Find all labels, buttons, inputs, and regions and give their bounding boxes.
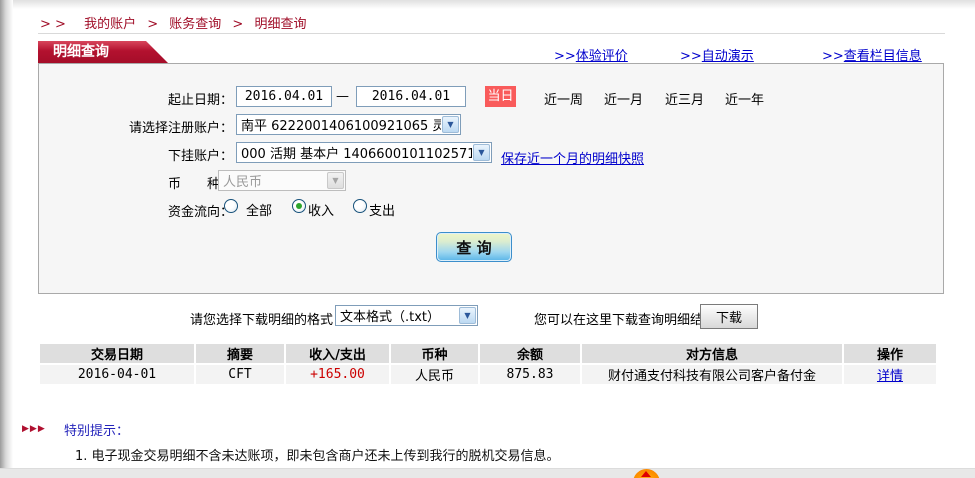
col-header-date: 交易日期 xyxy=(40,344,194,363)
cell-counterparty: 财付通支付科技有限公司客户备付金 xyxy=(582,365,842,384)
notice-title: 特别提示： xyxy=(64,420,129,439)
download-format-label: 请您选择下载明细的格式 xyxy=(190,309,333,328)
flow-radio-all[interactable] xyxy=(224,199,238,213)
register-account-label: 请选择注册账户： xyxy=(39,117,233,136)
register-account-select[interactable]: 南平 6222001406100921065 灵通卡 ▼ xyxy=(236,114,461,135)
detail-link[interactable]: 详情 xyxy=(877,369,903,384)
bottom-strip xyxy=(0,468,975,478)
col-header-currency: 币种 xyxy=(391,344,478,363)
quick-range-week[interactable]: 近一周 xyxy=(544,89,583,108)
sub-account-select[interactable]: 000 活期 基本户 1406600101102571848 ▼ xyxy=(236,142,492,163)
quick-range-quarter[interactable]: 近三月 xyxy=(665,89,704,108)
date-to-input[interactable] xyxy=(356,86,466,107)
breadcrumb-separator: > xyxy=(147,17,158,32)
triple-arrow-icon: ▶▶▶ xyxy=(22,424,46,434)
table-header-row: 交易日期 摘要 收入/支出 币种 余额 对方信息 操作 xyxy=(40,344,936,363)
download-hint-text: 您可以在这里下载查询明细结果 xyxy=(534,309,716,328)
chevron-down-icon: ▼ xyxy=(327,172,344,189)
table-row: 2016-04-01 CFT +165.00 人民币 875.83 财付通支付科… xyxy=(40,365,936,384)
col-header-counterparty: 对方信息 xyxy=(582,344,842,363)
breadcrumb-account-query[interactable]: 账务查询 xyxy=(169,17,221,32)
cell-balance: 875.83 xyxy=(480,365,580,384)
breadcrumb-prefix: > > xyxy=(40,17,66,32)
left-shadow xyxy=(0,0,13,478)
cell-summary: CFT xyxy=(196,365,284,384)
notice-item-1: 1. 电子现金交易明细不含未达账项，即未包含商户还未上传到我行的脱机交易信息。 xyxy=(75,445,560,464)
col-header-amount: 收入/支出 xyxy=(286,344,389,363)
breadcrumb-divider xyxy=(38,33,945,34)
chevron-down-icon: ▼ xyxy=(473,144,490,161)
cell-amount: +165.00 xyxy=(286,365,389,384)
quick-range-month[interactable]: 近一月 xyxy=(604,89,643,108)
download-format-select[interactable]: 文本格式（.txt） ▼ xyxy=(335,305,478,326)
query-button[interactable]: 查 询 xyxy=(436,232,512,262)
page-title-tab: 明细查询 xyxy=(38,41,168,63)
flow-radio-income-label: 收入 xyxy=(308,200,334,219)
flow-radio-expense[interactable] xyxy=(353,199,367,213)
top-shadow xyxy=(0,0,975,9)
detail-query-page: > > 我的账户 > 账务查询 > 明细查询 明细查询 >>体验评价 >>自动演… xyxy=(0,0,975,478)
link-auto-demo[interactable]: >>自动演示 xyxy=(680,45,754,64)
save-snapshot-link[interactable]: 保存近一个月的明细快照 xyxy=(501,148,644,167)
cell-date: 2016-04-01 xyxy=(40,365,194,384)
fund-flow-label: 资金流向： xyxy=(39,201,233,220)
currency-label: 币 种： xyxy=(39,173,233,192)
breadcrumb-current: 明细查询 xyxy=(254,17,306,32)
chevron-down-icon: ▼ xyxy=(459,307,476,324)
currency-select-disabled: 人民币 ▼ xyxy=(218,170,346,191)
breadcrumb: > > 我的账户 > 账务查询 > 明细查询 xyxy=(40,13,306,32)
transaction-table: 交易日期 摘要 收入/支出 币种 余额 对方信息 操作 2016-04-01 C… xyxy=(38,342,938,386)
flow-radio-expense-label: 支出 xyxy=(369,200,395,219)
link-view-column-info[interactable]: >>查看栏目信息 xyxy=(822,45,922,64)
flow-radio-all-label: 全部 xyxy=(246,200,272,219)
col-header-summary: 摘要 xyxy=(196,344,284,363)
quick-range-today-badge[interactable]: 当日 xyxy=(485,86,516,107)
col-header-action: 操作 xyxy=(844,344,936,363)
query-form-panel: 起止日期： — 当日 近一周 近一月 近三月 近一年 请选择注册账户： 南平 6… xyxy=(38,63,944,294)
quick-range-year[interactable]: 近一年 xyxy=(725,89,764,108)
chevron-down-icon: ▼ xyxy=(442,116,459,133)
date-from-input[interactable] xyxy=(236,86,332,107)
flow-radio-income[interactable] xyxy=(292,199,306,213)
breadcrumb-my-account[interactable]: 我的账户 xyxy=(84,17,136,32)
col-header-balance: 余额 xyxy=(480,344,580,363)
link-experience-rating[interactable]: >>体验评价 xyxy=(554,45,628,64)
download-button[interactable]: 下载 xyxy=(700,304,758,329)
breadcrumb-separator: > xyxy=(232,17,243,32)
date-dash: — xyxy=(336,89,349,104)
sub-account-label: 下挂账户： xyxy=(39,145,233,164)
date-range-label: 起止日期： xyxy=(39,89,233,108)
cell-currency: 人民币 xyxy=(391,365,478,384)
